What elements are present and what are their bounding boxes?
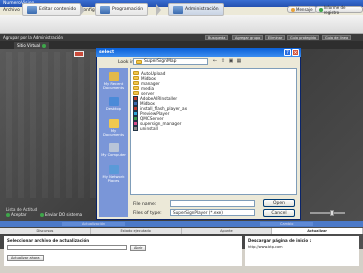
dialog-titlebar: select bbox=[96, 48, 301, 57]
edit-content-label: Editar contenido bbox=[39, 7, 77, 12]
file-name-input[interactable] bbox=[170, 200, 255, 207]
place-network[interactable]: My Network Places bbox=[101, 165, 126, 183]
list-item[interactable]: uninstall bbox=[133, 125, 158, 131]
send-label: Enviar DO sistema bbox=[45, 212, 83, 217]
place-recent[interactable]: My Recent Documents bbox=[101, 72, 126, 90]
edit-content-button[interactable]: Editar contenido bbox=[22, 3, 82, 16]
send-button[interactable]: Enviar DO sistema bbox=[40, 212, 82, 217]
close-icon[interactable]: × bbox=[292, 49, 299, 56]
up-folder-icon[interactable]: ⇧ bbox=[219, 58, 227, 65]
accept-label: Aceptar bbox=[11, 212, 27, 217]
look-in-dropdown[interactable]: SuperSignMap bbox=[133, 58, 208, 65]
network-places-icon bbox=[108, 165, 119, 174]
place-desktop-label: Desktop bbox=[105, 107, 122, 111]
send-icon bbox=[40, 212, 44, 217]
help-icon[interactable]: ? bbox=[284, 49, 291, 56]
delete-button[interactable]: Eliminar bbox=[265, 35, 286, 40]
file-type-value: SuperSignPlayer (*.exe) bbox=[173, 210, 223, 215]
my-documents-icon bbox=[108, 119, 119, 128]
file-type-dropdown[interactable]: SuperSignPlayer (*.exe) bbox=[170, 209, 255, 216]
back-icon[interactable]: ← bbox=[211, 58, 219, 65]
open-file-button[interactable]: Abrir bbox=[130, 245, 147, 251]
edit-content-icon bbox=[27, 5, 37, 14]
desktop-icon bbox=[108, 97, 119, 106]
uninstall-icon bbox=[133, 125, 138, 131]
download-page-label: Descargar página de inicio : bbox=[248, 238, 312, 243]
status-icon bbox=[42, 43, 47, 48]
open-button[interactable]: Open bbox=[263, 199, 295, 207]
look-in-value: SuperSignMap bbox=[144, 59, 177, 64]
tab-update[interactable]: Actualizar bbox=[272, 228, 363, 234]
tab-virtual-site[interactable]: Sitio Virtual bbox=[14, 42, 50, 49]
dialog-title: select bbox=[99, 50, 115, 55]
schedule-icon bbox=[100, 5, 110, 14]
administration-button[interactable]: Administración bbox=[168, 3, 224, 16]
administration-icon bbox=[173, 5, 183, 14]
administration-label: Administración bbox=[185, 7, 219, 12]
place-desktop[interactable]: Desktop bbox=[101, 97, 126, 111]
file-name-label: File name: bbox=[133, 202, 157, 207]
update-now-button[interactable]: Actualizar ahora bbox=[7, 255, 44, 261]
protected-guide-button[interactable]: Guia protegida bbox=[287, 35, 319, 40]
download-url: http://www.btp.com bbox=[248, 245, 283, 249]
view-menu-icon[interactable]: ▦ bbox=[235, 58, 243, 65]
download-panel: Descargar página de inicio : http://www.… bbox=[245, 236, 359, 266]
file-list bbox=[130, 68, 297, 195]
folder-icon bbox=[136, 59, 142, 64]
admin-header-title: Agrupar por la Administración bbox=[3, 35, 63, 40]
change-section-button[interactable]: Cambio bbox=[260, 222, 314, 226]
messages-label: Mensaje bbox=[296, 7, 313, 12]
accept-button[interactable]: Aceptar bbox=[6, 212, 27, 217]
place-recent-label: My Recent Documents bbox=[102, 82, 125, 90]
update-file-label: Seleccionar archivo de actualización bbox=[7, 238, 90, 243]
report-icon bbox=[319, 7, 323, 12]
device-grid bbox=[6, 52, 98, 198]
file-name: uninstall bbox=[140, 125, 158, 131]
update-tabs: Discursos Estado ejecutado Apunte Actual… bbox=[0, 228, 363, 234]
line-guide-button[interactable]: Guia de linea bbox=[322, 35, 352, 40]
step-arrow-icon bbox=[156, 4, 161, 16]
new-folder-icon[interactable]: ▣ bbox=[227, 58, 235, 65]
zoom-slider[interactable] bbox=[310, 212, 345, 214]
add-group-button[interactable]: Agregar grupo bbox=[232, 35, 264, 40]
update-file-input[interactable] bbox=[7, 245, 127, 250]
menu-item-archivo[interactable]: Archivo bbox=[3, 8, 20, 14]
place-computer[interactable]: My Computer bbox=[101, 143, 126, 157]
place-network-label: My Network Places bbox=[102, 175, 125, 183]
update-section-button[interactable]: Actualización bbox=[62, 222, 126, 226]
zoom-slider-handle[interactable] bbox=[330, 210, 334, 216]
schedule-button[interactable]: Programación bbox=[95, 3, 149, 16]
place-documents-label: My Documents bbox=[102, 129, 125, 137]
schedule-label: Programación bbox=[112, 7, 144, 12]
messages-button[interactable]: Mensaje bbox=[287, 6, 317, 13]
tab-label: Sitio Virtual bbox=[17, 43, 41, 48]
search-button[interactable]: Busqueda bbox=[205, 35, 229, 40]
update-panel: Seleccionar archivo de actualización Abr… bbox=[4, 236, 242, 266]
report-label: Informe de registro bbox=[323, 4, 346, 15]
device-icon[interactable] bbox=[74, 51, 84, 57]
place-documents[interactable]: My Documents bbox=[101, 119, 126, 137]
report-button[interactable]: Informe de registro bbox=[315, 4, 363, 15]
tab-executed-state[interactable]: Estado ejecutado bbox=[91, 228, 182, 234]
message-icon bbox=[291, 7, 295, 12]
place-computer-label: My Computer bbox=[101, 153, 126, 157]
tab-note[interactable]: Apunte bbox=[182, 228, 273, 234]
file-type-label: Files of type: bbox=[133, 211, 162, 216]
tab-speeches[interactable]: Discursos bbox=[0, 228, 91, 234]
my-computer-icon bbox=[108, 143, 119, 152]
cancel-button[interactable]: Cancel bbox=[263, 209, 295, 217]
recent-documents-icon bbox=[108, 72, 119, 81]
step-arrow-icon bbox=[80, 4, 85, 16]
toolbar bbox=[0, 15, 363, 34]
check-icon bbox=[6, 212, 10, 217]
